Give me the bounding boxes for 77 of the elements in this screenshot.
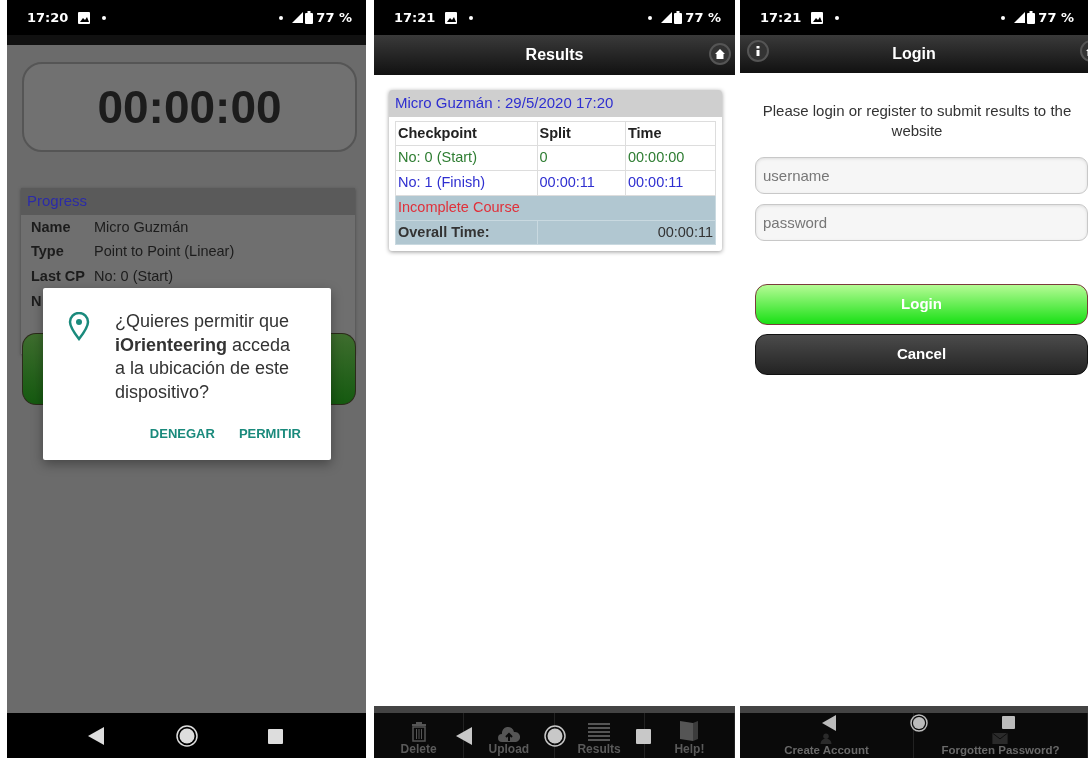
- course-status: Incomplete Course: [395, 195, 716, 220]
- field-label: Last CP: [31, 267, 86, 286]
- button-edge: [22, 333, 43, 405]
- table-cell: 00:00:00: [625, 145, 716, 171]
- dialog-button[interactable]: DENEGAR: [145, 422, 219, 446]
- back-icon[interactable]: [456, 727, 472, 745]
- image-icon: [78, 11, 91, 24]
- image-icon: [445, 11, 458, 24]
- field-label: Type: [31, 242, 65, 262]
- table-cell: 0: [537, 145, 626, 171]
- notification-dot-icon: [102, 15, 107, 20]
- battery-icon: [305, 11, 314, 24]
- field-label: Name: [31, 217, 72, 237]
- notification-dot-icon: [648, 15, 653, 20]
- cloud-upload-icon: [497, 724, 520, 742]
- overall-time: 00:00:11: [537, 220, 716, 245]
- back-icon[interactable]: [822, 715, 836, 731]
- toolbar-button[interactable]: Upload: [488, 713, 530, 758]
- signal-icon: [292, 12, 304, 23]
- status-time: 17:20: [27, 8, 69, 27]
- home-icon[interactable]: [176, 725, 198, 747]
- envelope-icon: [991, 733, 1010, 744]
- notification-dot-icon: [1001, 15, 1006, 20]
- battery-icon: [674, 11, 683, 24]
- progress-title: Progress: [21, 188, 355, 215]
- trash-icon: [410, 722, 427, 742]
- toolbar-button[interactable]: Forgotten Password?: [941, 713, 1060, 758]
- signal-icon: [1014, 12, 1026, 23]
- text-field[interactable]: username: [755, 157, 1088, 194]
- signal-icon: [661, 12, 673, 23]
- toolbar-button[interactable]: Delete: [400, 713, 437, 758]
- cancel-button[interactable]: Cancel: [755, 334, 1088, 375]
- battery-percent: 77 %: [316, 8, 352, 27]
- battery-icon: [1027, 11, 1036, 24]
- notification-dot-icon: [279, 15, 284, 20]
- battery-percent: 77 %: [685, 8, 721, 27]
- table-cell: 00:00:11: [625, 170, 716, 196]
- image-icon: [811, 11, 824, 24]
- info-icon: [756, 46, 760, 56]
- toolbar-button[interactable]: Help!: [674, 713, 705, 758]
- home-button[interactable]: [709, 43, 731, 65]
- field-label: N: [31, 291, 43, 311]
- field-value: No: 0 (Start): [94, 267, 173, 286]
- table-cell: No: 1 (Finish): [395, 170, 537, 196]
- field-value: Micro Guzmán: [94, 217, 189, 237]
- notification-dot-icon: [469, 15, 474, 20]
- course-heading: Micro Guzmán : 29/5/2020 17:20: [389, 90, 722, 117]
- toolbar-button[interactable]: Create Account: [784, 713, 869, 758]
- table-cell: 00:00:11: [537, 170, 626, 196]
- dialog-button[interactable]: PERMITIR: [234, 422, 305, 446]
- login-message: Please login or register to submit results to the website: [761, 101, 1073, 141]
- battery-percent: 77 %: [1038, 8, 1074, 27]
- book-icon: [680, 720, 699, 742]
- timer-display: 00:00:00: [97, 79, 282, 135]
- text-field[interactable]: password: [755, 204, 1088, 241]
- toolbar-button[interactable]: Results: [577, 713, 621, 758]
- notification-dot-icon: [835, 15, 840, 20]
- column-header: Time: [625, 121, 716, 146]
- back-icon[interactable]: [88, 727, 104, 745]
- info-button[interactable]: [747, 40, 769, 62]
- location-pin-icon: [68, 312, 90, 341]
- button-edge: [331, 333, 356, 405]
- dialog-message: ¿Quieres permitir que iOrienteering acceda a la ubicación de este dispositivo?: [115, 310, 292, 404]
- home-icon: [715, 49, 725, 59]
- table-cell: No: 0 (Start): [395, 145, 537, 171]
- status-time: 17:21: [394, 8, 436, 27]
- screen-title: Results: [525, 45, 584, 65]
- home-icon[interactable]: [910, 714, 928, 732]
- list-icon: [588, 722, 611, 742]
- screen-title: Login: [892, 44, 936, 64]
- status-time: 17:21: [760, 8, 802, 27]
- home-icon[interactable]: [544, 725, 566, 747]
- column-header: Split: [537, 121, 626, 146]
- overall-label: Overall Time:: [395, 220, 537, 245]
- person-icon: [819, 733, 834, 744]
- field-value: Point to Point (Linear): [94, 242, 235, 262]
- column-header: Checkpoint: [395, 121, 537, 146]
